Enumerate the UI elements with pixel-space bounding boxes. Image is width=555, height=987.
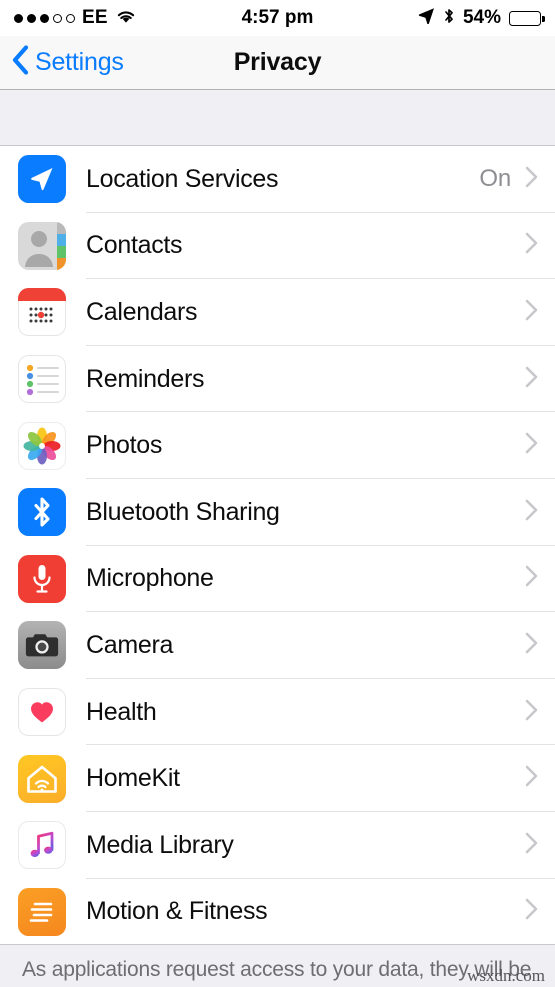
signal-strength-dots: [14, 13, 75, 23]
privacy-settings-list: Location Services On Contacts Calendars …: [0, 146, 555, 946]
chevron-right-icon: [525, 299, 538, 326]
chevron-right-icon: [525, 898, 538, 925]
list-row-bluetooth-sharing[interactable]: Bluetooth Sharing: [0, 478, 555, 546]
camera-icon: [18, 621, 66, 670]
status-bar-left: EE: [14, 7, 137, 29]
list-row-accessory: [525, 832, 555, 859]
list-row-label: Camera: [86, 630, 174, 659]
list-top-spacer: [0, 90, 555, 146]
chevron-right-icon: [525, 632, 538, 659]
list-row-accessory: On: [479, 165, 555, 193]
list-row-label: Photos: [86, 431, 163, 460]
list-row-accessory: [525, 366, 555, 393]
status-bar-right: 54%: [418, 7, 545, 30]
list-row-microphone[interactable]: Microphone: [0, 545, 555, 613]
list-row-accessory: [525, 432, 555, 459]
contacts-icon: [18, 221, 66, 270]
status-bar: EE 4:57 pm 54%: [0, 0, 555, 36]
list-row-label: Location Services: [86, 164, 279, 193]
list-row-accessory: [525, 898, 555, 925]
location-services-value: On: [479, 165, 511, 193]
media-library-icon: [18, 821, 66, 870]
location-arrow-icon: [418, 7, 435, 29]
motion-fitness-icon: [18, 887, 66, 936]
list-row-calendars[interactable]: Calendars: [0, 279, 555, 346]
chevron-right-icon: [525, 765, 538, 792]
list-row-label: HomeKit: [86, 764, 180, 793]
list-row-label: Contacts: [86, 231, 183, 260]
chevron-right-icon: [525, 366, 538, 393]
battery-percent-label: 54%: [462, 7, 501, 28]
list-row-label: Microphone: [86, 564, 214, 593]
list-row-photos[interactable]: Photos: [0, 412, 555, 479]
photos-icon: [18, 421, 66, 470]
chevron-right-icon: [525, 432, 538, 459]
list-row-contacts[interactable]: Contacts: [0, 212, 555, 280]
back-button-label: Settings: [35, 48, 124, 76]
list-row-homekit[interactable]: HomeKit: [0, 745, 555, 812]
bluetooth-sharing-icon: [18, 488, 66, 537]
bluetooth-icon: [443, 7, 455, 30]
signal-dot-2: [27, 13, 36, 23]
battery-icon: [509, 10, 545, 26]
list-row-label: Media Library: [86, 830, 234, 859]
list-row-location-services[interactable]: Location Services On: [0, 146, 555, 213]
list-row-label: Health: [86, 697, 157, 726]
list-footer: As applications request access to your d…: [0, 945, 555, 987]
list-row-accessory: [525, 699, 555, 726]
chevron-right-icon: [525, 699, 538, 726]
list-row-accessory: [525, 565, 555, 592]
list-row-accessory: [525, 232, 555, 259]
chevron-right-icon: [525, 232, 538, 259]
calendars-icon: [18, 288, 66, 337]
homekit-icon: [18, 754, 66, 803]
list-row-motion-fitness[interactable]: Motion & Fitness: [0, 878, 555, 946]
list-row-camera[interactable]: Camera: [0, 612, 555, 679]
reminders-icon: [18, 355, 66, 404]
navigation-bar: Settings Privacy: [0, 36, 555, 90]
chevron-right-icon: [525, 565, 538, 592]
back-button-settings[interactable]: Settings: [0, 45, 124, 80]
signal-dot-4: [53, 13, 62, 23]
carrier-label: EE: [82, 7, 108, 28]
microphone-icon: [18, 554, 66, 603]
list-row-label: Reminders: [86, 364, 205, 393]
health-icon: [18, 688, 66, 737]
list-row-accessory: [525, 499, 555, 526]
list-row-reminders[interactable]: Reminders: [0, 345, 555, 413]
list-row-label: Bluetooth Sharing: [86, 497, 280, 526]
list-row-health[interactable]: Health: [0, 678, 555, 746]
list-row-accessory: [525, 765, 555, 792]
chevron-right-icon: [525, 166, 538, 193]
footer-description: As applications request access to your d…: [22, 958, 532, 982]
signal-dot-5: [66, 13, 75, 23]
list-row-label: Motion & Fitness: [86, 897, 268, 926]
list-row-accessory: [525, 299, 555, 326]
list-row-media-library[interactable]: Media Library: [0, 811, 555, 879]
location-services-icon: [18, 155, 66, 204]
chevron-left-icon: [12, 45, 29, 80]
signal-dot-3: [40, 13, 49, 23]
list-row-label: Calendars: [86, 297, 198, 326]
wifi-icon: [115, 8, 137, 29]
watermark: wsxdn.com: [467, 966, 545, 986]
chevron-right-icon: [525, 499, 538, 526]
list-row-accessory: [525, 632, 555, 659]
chevron-right-icon: [525, 832, 538, 859]
contacts-tab-strip: [57, 221, 66, 270]
signal-dot-1: [14, 13, 23, 23]
